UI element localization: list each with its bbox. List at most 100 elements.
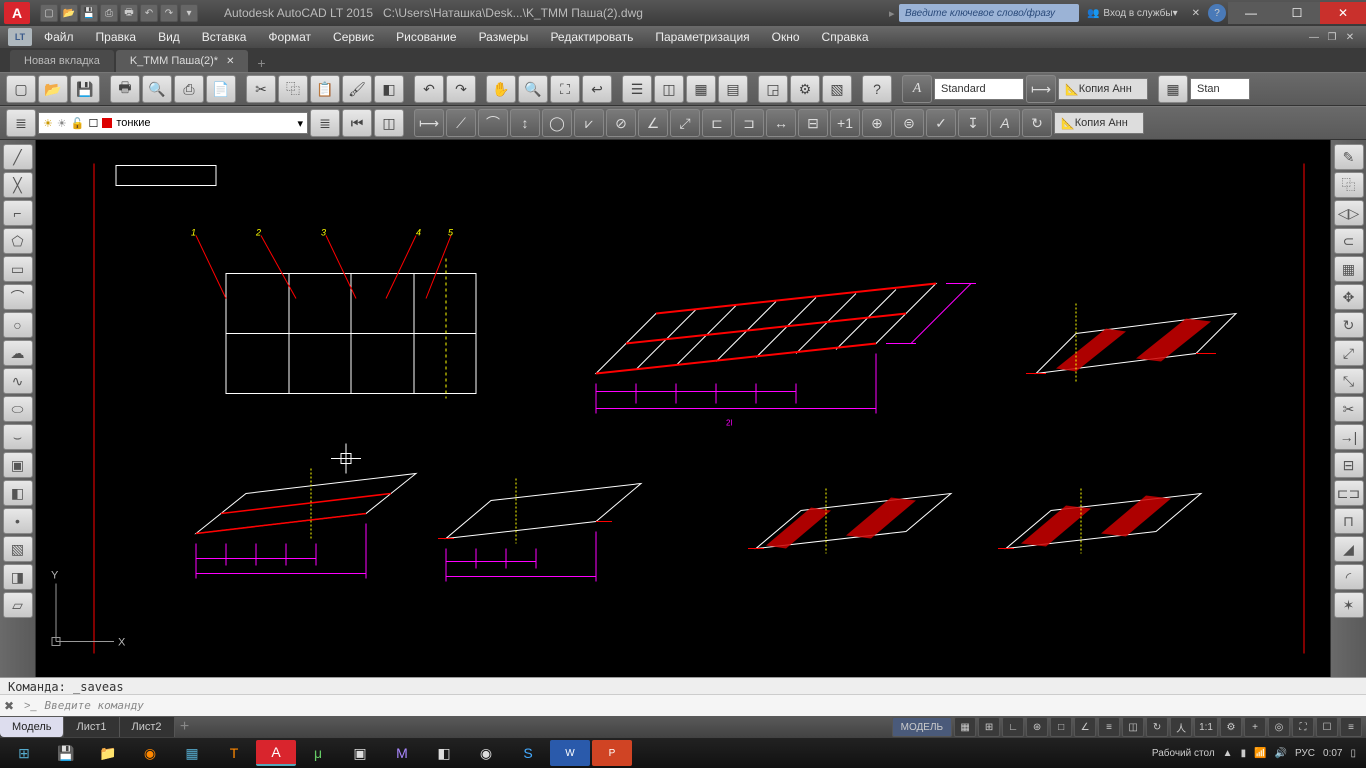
menu-insert[interactable]: Вставка <box>192 30 257 44</box>
window-minimize-icon[interactable]: — <box>1228 2 1274 24</box>
keyword-search[interactable]: Введите ключевое слово/фразу <box>899 4 1079 22</box>
dim-edit-icon[interactable]: ↧ <box>958 109 988 137</box>
command-input[interactable]: Введите команду <box>41 699 1366 712</box>
menu-file[interactable]: Файл <box>34 30 84 44</box>
undo-icon[interactable]: ↶ <box>414 75 444 103</box>
tray-volume-icon[interactable]: 🔊 <box>1275 748 1287 759</box>
dim-space-icon[interactable]: ↔ <box>766 109 796 137</box>
mirror-icon[interactable]: ◁▷ <box>1334 200 1364 226</box>
copy-icon[interactable]: ⿻ <box>278 75 308 103</box>
move-icon[interactable]: ✥ <box>1334 284 1364 310</box>
sb-clean-icon[interactable]: ☐ <box>1316 717 1338 737</box>
text-style-icon[interactable]: A <box>902 75 932 103</box>
sign-in-button[interactable]: 👥 Вход в службы ▾ <box>1081 3 1184 23</box>
task-app2-icon[interactable]: ▦ <box>172 740 212 766</box>
tray-battery-icon[interactable]: ▮ <box>1241 748 1247 759</box>
revision-cloud-icon[interactable]: ☁ <box>3 340 33 366</box>
qat-redo-icon[interactable]: ↷ <box>160 4 178 22</box>
task-utorrent-icon[interactable]: μ <box>298 740 338 766</box>
matchprop-icon[interactable]: 🖌 <box>342 75 372 103</box>
scale-icon[interactable]: ⤢ <box>1334 340 1364 366</box>
sb-grid-icon[interactable]: ▦ <box>954 717 976 737</box>
mdi-close-icon[interactable]: ✕ <box>1342 30 1358 44</box>
menu-view[interactable]: Вид <box>148 30 190 44</box>
tray-lang[interactable]: РУС <box>1295 748 1315 759</box>
menu-tools[interactable]: Сервис <box>323 30 384 44</box>
task-skype-icon[interactable]: S <box>508 740 548 766</box>
explode-icon[interactable]: ✶ <box>1334 592 1364 618</box>
dim-style-icon[interactable]: ⟼ <box>1026 75 1056 103</box>
layer-properties-icon[interactable]: ≣ <box>6 109 36 137</box>
sb-lwt-icon[interactable]: ≡ <box>1098 717 1120 737</box>
dim-style-combo2[interactable]: 📐 Копия Анн <box>1054 112 1144 134</box>
block-editor-icon[interactable]: ◧ <box>374 75 404 103</box>
trim-icon[interactable]: ✂ <box>1334 396 1364 422</box>
construction-line-icon[interactable]: ╳ <box>3 172 33 198</box>
quickcalc-icon[interactable]: ⚙ <box>790 75 820 103</box>
rotate-icon[interactable]: ↻ <box>1334 312 1364 338</box>
sb-osnap-icon[interactable]: □ <box>1050 717 1072 737</box>
markup-icon[interactable]: ◲ <box>758 75 788 103</box>
tray-time[interactable]: 0:07 <box>1323 748 1342 759</box>
sb-workspace-icon[interactable]: ⚙ <box>1220 717 1242 737</box>
dim-baseline-icon[interactable]: ⊏ <box>702 109 732 137</box>
sb-ortho-icon[interactable]: ∟ <box>1002 717 1024 737</box>
mdi-minimize-icon[interactable]: — <box>1306 30 1322 44</box>
layout-add-icon[interactable]: + <box>175 718 195 736</box>
properties-icon[interactable]: ☰ <box>622 75 652 103</box>
qat-open-icon[interactable]: 📂 <box>60 4 78 22</box>
ellipse-arc-icon[interactable]: ⌣ <box>3 424 33 450</box>
zoom-prev-icon[interactable]: ↩ <box>582 75 612 103</box>
design-center-icon[interactable]: ◫ <box>654 75 684 103</box>
sb-hardware-icon[interactable]: ◎ <box>1268 717 1290 737</box>
sheet-icon[interactable]: 📄 <box>206 75 236 103</box>
qat-plot-icon[interactable]: 🖶 <box>120 4 138 22</box>
fillet-icon[interactable]: ◜ <box>1334 564 1364 590</box>
rectangle-icon[interactable]: ▭ <box>3 256 33 282</box>
dim-break-icon[interactable]: ⊟ <box>798 109 828 137</box>
start-button[interactable]: ⊞ <box>4 740 44 766</box>
sb-monitor-icon[interactable]: + <box>1244 717 1266 737</box>
circle-icon[interactable]: ○ <box>3 312 33 338</box>
window-close-icon[interactable]: ✕ <box>1320 2 1366 24</box>
menu-help[interactable]: Справка <box>812 30 879 44</box>
help-button-icon[interactable]: ? <box>862 75 892 103</box>
array-icon[interactable]: ▦ <box>1334 256 1364 282</box>
break-at-point-icon[interactable]: ⊟ <box>1334 452 1364 478</box>
task-explorer-icon[interactable]: 💾 <box>46 740 86 766</box>
sb-scale[interactable]: 1:1 <box>1194 717 1218 737</box>
command-prompt-icon[interactable]: ✖ <box>0 699 20 713</box>
spline-icon[interactable]: ∿ <box>3 368 33 394</box>
dim-angular-icon[interactable]: ∠ <box>638 109 668 137</box>
dim-text-edit-icon[interactable]: A <box>990 109 1020 137</box>
extend-icon[interactable]: →| <box>1334 424 1364 450</box>
window-maximize-icon[interactable]: ☐ <box>1274 2 1320 24</box>
polyline-icon[interactable]: ⌐ <box>3 200 33 226</box>
qat-new-icon[interactable]: ▢ <box>40 4 58 22</box>
polygon-icon[interactable]: ⬠ <box>3 228 33 254</box>
task-autocad-icon[interactable]: A <box>256 740 296 766</box>
dim-linear-icon[interactable]: ⟼ <box>414 109 444 137</box>
task-app6-icon[interactable]: M <box>382 740 422 766</box>
sb-snap-icon[interactable]: ⊞ <box>978 717 1000 737</box>
close-tab-icon[interactable]: ✕ <box>226 56 234 67</box>
make-block-icon[interactable]: ◧ <box>3 480 33 506</box>
menu-modify[interactable]: Редактировать <box>540 30 643 44</box>
task-app5-icon[interactable]: ▣ <box>340 740 380 766</box>
gradient-icon[interactable]: ◨ <box>3 564 33 590</box>
plot-preview-icon[interactable]: 🔍 <box>142 75 172 103</box>
tray-up-icon[interactable]: ▲ <box>1223 748 1233 759</box>
open-icon[interactable]: 📂 <box>38 75 68 103</box>
paste-icon[interactable]: 📋 <box>310 75 340 103</box>
task-powerpoint-icon[interactable]: P <box>592 740 632 766</box>
sb-iso-icon[interactable]: ⛶ <box>1292 717 1314 737</box>
tool-palettes-icon[interactable]: ▦ <box>686 75 716 103</box>
chamfer-icon[interactable]: ◢ <box>1334 536 1364 562</box>
drawing-canvas[interactable]: 1 2 3 4 5 <box>36 140 1330 677</box>
dim-arc-icon[interactable]: ⌒ <box>478 109 508 137</box>
dim-diameter-icon[interactable]: ⊘ <box>606 109 636 137</box>
qat-saveas-icon[interactable]: ⎙ <box>100 4 118 22</box>
offset-icon[interactable]: ⊂ <box>1334 228 1364 254</box>
dim-continue-icon[interactable]: ⊐ <box>734 109 764 137</box>
inspect-icon[interactable]: ⊜ <box>894 109 924 137</box>
